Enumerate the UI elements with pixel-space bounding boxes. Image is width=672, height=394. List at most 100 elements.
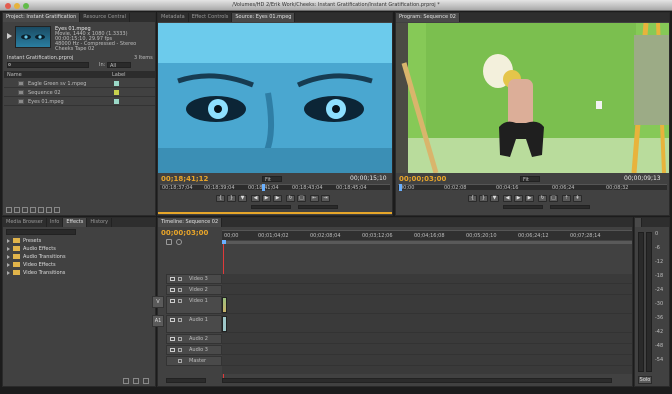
audio-target[interactable]: A1 bbox=[152, 315, 164, 327]
lock-icon[interactable] bbox=[178, 277, 182, 281]
play-thumbnail-icon[interactable] bbox=[7, 33, 12, 39]
track-header-audio-1[interactable]: Audio 1 bbox=[166, 315, 222, 333]
clear-icon[interactable] bbox=[54, 207, 60, 213]
tab-program[interactable]: Program: Sequence 02 bbox=[396, 13, 460, 22]
tab-timeline[interactable]: Timeline: Sequence 02 bbox=[158, 218, 223, 227]
effects-search-input[interactable] bbox=[6, 229, 76, 235]
lock-icon[interactable] bbox=[178, 299, 182, 303]
mark-in-button[interactable]: { bbox=[216, 195, 225, 202]
effects-folder[interactable]: Audio Transitions bbox=[4, 253, 155, 261]
step-forward-button[interactable]: ▶ bbox=[525, 195, 534, 202]
safe-margins-button[interactable]: □ bbox=[549, 195, 558, 202]
set-marker-button[interactable]: ▼ bbox=[490, 195, 499, 202]
track-header-audio-3[interactable]: Audio 3 bbox=[166, 345, 222, 355]
lock-icon[interactable] bbox=[178, 359, 182, 363]
speaker-icon[interactable] bbox=[170, 337, 175, 341]
work-area-bar[interactable] bbox=[222, 241, 632, 244]
source-timecode[interactable]: 00;18;41;12 bbox=[161, 175, 208, 183]
play-button[interactable]: ▶ bbox=[262, 195, 271, 202]
step-back-button[interactable]: ◀ bbox=[503, 195, 512, 202]
speaker-icon[interactable] bbox=[170, 348, 175, 352]
icon-view-icon[interactable] bbox=[14, 207, 20, 213]
set-marker-button[interactable]: ▼ bbox=[238, 195, 247, 202]
in-select[interactable]: All bbox=[107, 62, 131, 69]
solo-button[interactable]: Solo bbox=[638, 376, 652, 384]
program-time-ruler[interactable]: 00;00 00;02;08 00;04;16 00;06;24 00;08;3… bbox=[398, 184, 667, 191]
track-header-video-3[interactable]: Video 3 bbox=[166, 274, 222, 284]
mark-in-button[interactable]: { bbox=[468, 195, 477, 202]
video-clip[interactable] bbox=[222, 297, 227, 313]
tab-metadata[interactable]: Metadata bbox=[158, 13, 189, 22]
disclosure-triangle-icon[interactable] bbox=[7, 255, 10, 259]
disclosure-triangle-icon[interactable] bbox=[7, 247, 10, 251]
source-playhead[interactable] bbox=[262, 184, 265, 191]
mark-out-button[interactable]: } bbox=[227, 195, 236, 202]
tab-source[interactable]: Source: Eyes 01.mpeg bbox=[232, 13, 296, 22]
marker-icon[interactable] bbox=[176, 239, 182, 245]
disclosure-triangle-icon[interactable] bbox=[7, 239, 10, 243]
disclosure-triangle-icon[interactable] bbox=[7, 271, 10, 275]
lift-button[interactable]: ⇡ bbox=[562, 195, 571, 202]
mark-out-button[interactable]: } bbox=[479, 195, 488, 202]
program-fit-select[interactable]: Fit bbox=[520, 176, 540, 183]
new-item-icon[interactable] bbox=[46, 207, 52, 213]
safe-margins-button[interactable]: □ bbox=[297, 195, 306, 202]
lock-icon[interactable] bbox=[178, 337, 182, 341]
program-playhead[interactable] bbox=[399, 184, 402, 191]
effects-folder[interactable]: Audio Effects bbox=[4, 245, 155, 253]
loop-button[interactable]: ↻ bbox=[538, 195, 547, 202]
effects-folder[interactable]: Video Effects bbox=[4, 261, 155, 269]
jog-wheel[interactable] bbox=[298, 205, 338, 209]
overlay-button[interactable]: ⇥ bbox=[321, 195, 330, 202]
effects-folder[interactable]: Presets bbox=[4, 237, 155, 245]
track-header-video-2[interactable]: Video 2 bbox=[166, 285, 222, 295]
source-fit-select[interactable]: Fit bbox=[262, 176, 282, 183]
video-target[interactable]: V bbox=[152, 296, 164, 308]
new-bin-icon[interactable] bbox=[38, 207, 44, 213]
step-back-button[interactable]: ◀ bbox=[251, 195, 260, 202]
eye-icon[interactable] bbox=[170, 288, 175, 292]
eye-icon[interactable] bbox=[170, 277, 175, 281]
disclosure-triangle-icon[interactable] bbox=[7, 263, 10, 267]
find-icon[interactable] bbox=[30, 207, 36, 213]
bin-item[interactable]: Eyes 01.mpeg bbox=[4, 97, 155, 106]
step-forward-button[interactable]: ▶ bbox=[273, 195, 282, 202]
bin-item[interactable]: Eagle Green sv 1.mpeg bbox=[4, 79, 155, 88]
tab-info[interactable]: Info bbox=[47, 218, 64, 227]
tab-resource-central[interactable]: Resource Central bbox=[80, 13, 130, 22]
lock-icon[interactable] bbox=[178, 288, 182, 292]
shuttle-slider[interactable] bbox=[251, 205, 291, 209]
search-field[interactable] bbox=[7, 62, 89, 68]
tab-effect-controls[interactable]: Effect Controls bbox=[189, 13, 233, 22]
col-name[interactable]: Name bbox=[7, 72, 22, 78]
track-header-audio-2[interactable]: Audio 2 bbox=[166, 334, 222, 344]
tab-media-browser[interactable]: Media Browser bbox=[3, 218, 47, 227]
new-folder-icon[interactable] bbox=[133, 378, 139, 384]
timeline-timecode[interactable]: 00;00;03;00 bbox=[161, 229, 208, 237]
jog-wheel[interactable] bbox=[550, 205, 590, 209]
timeline-scrollbar[interactable] bbox=[222, 378, 612, 383]
automate-icon[interactable] bbox=[22, 207, 28, 213]
track-header-video-1[interactable]: Video 1 bbox=[166, 296, 222, 314]
col-label[interactable]: Label bbox=[112, 72, 126, 78]
audio-clip[interactable] bbox=[222, 316, 227, 332]
lock-icon[interactable] bbox=[178, 318, 182, 322]
source-time-ruler[interactable]: 00;18;37;04 00;18;39;04 00;18;41;04 00;1… bbox=[160, 184, 390, 191]
lock-icon[interactable] bbox=[178, 348, 182, 352]
track-header-master[interactable]: Master bbox=[166, 356, 222, 366]
tab-effects[interactable]: Effects bbox=[63, 218, 88, 227]
list-view-icon[interactable] bbox=[6, 207, 12, 213]
tab-history[interactable]: History bbox=[87, 218, 113, 227]
tab-project[interactable]: Project: Instant Gratification bbox=[3, 13, 81, 22]
speaker-icon[interactable] bbox=[170, 318, 175, 322]
program-timecode[interactable]: 00;00;03;00 bbox=[399, 175, 446, 183]
zoom-slider[interactable] bbox=[166, 378, 206, 383]
effects-folder[interactable]: Video Transitions bbox=[4, 269, 155, 277]
eye-icon[interactable] bbox=[170, 299, 175, 303]
insert-button[interactable]: ⇤ bbox=[310, 195, 319, 202]
snap-icon[interactable] bbox=[166, 239, 172, 245]
timeline-ruler[interactable]: 00;00 00;01;04;02 00;02;08;04 00;03;12;0… bbox=[222, 230, 632, 240]
play-button[interactable]: ▶ bbox=[514, 195, 523, 202]
shuttle-slider[interactable] bbox=[503, 205, 543, 209]
new-custom-bin-icon[interactable] bbox=[123, 378, 129, 384]
